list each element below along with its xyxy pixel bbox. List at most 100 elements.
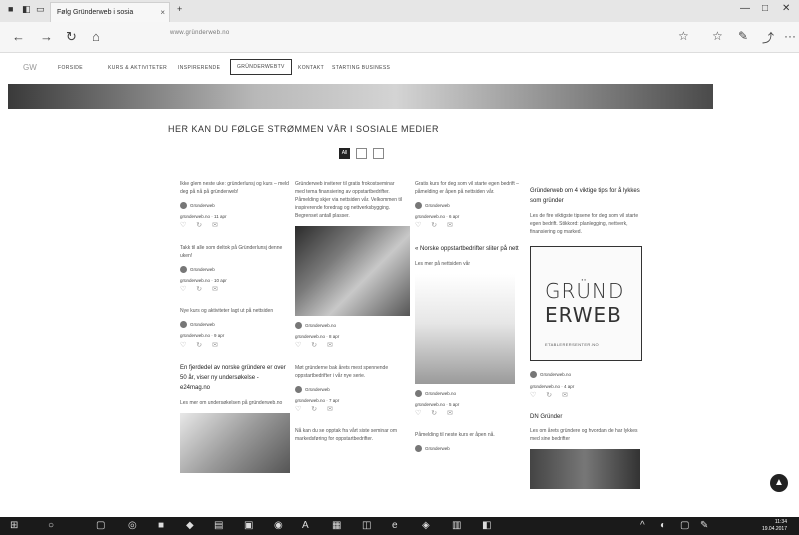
post-actions[interactable]: ♡ ↻ ✉ (180, 340, 290, 351)
tab-close-icon[interactable]: × (160, 3, 165, 22)
favorite-star-icon[interactable]: ☆ (678, 29, 689, 43)
tab-actions-icon[interactable]: ■ (8, 4, 13, 14)
taskbar-app-icon[interactable]: ▦ (332, 520, 341, 531)
post-author[interactable]: Gründerweb (190, 202, 215, 209)
avatar (415, 389, 422, 397)
post-time: gründerweb.no · 4 apr (530, 383, 575, 389)
site-logo[interactable]: GW (23, 63, 37, 72)
post-image[interactable] (295, 226, 410, 316)
taskbar-app-icon[interactable]: ◉ (274, 520, 283, 531)
post-author[interactable]: Gründerweb (190, 321, 215, 328)
home-icon[interactable]: ⌂ (92, 29, 100, 44)
tray-icon[interactable]: ✎ (700, 520, 708, 531)
taskbar-app-icon[interactable]: A (302, 520, 309, 531)
grunderweb-logo-image[interactable]: GRÜND ERWEB ETABLERERSENTER.NO (530, 246, 642, 362)
post-time: gründerweb.no · 11 apr (180, 214, 227, 220)
post-time: gründerweb.no · 9 apr (180, 333, 225, 339)
post-author[interactable]: Gründerweb (305, 386, 330, 393)
post-text: Ikke glem neste uke: gründerlunsj og kur… (180, 181, 289, 195)
pen-icon[interactable]: ✎ (738, 29, 748, 43)
nav-item-inspirerende[interactable]: INSPIRERENDE (178, 65, 220, 71)
feed-column-2: Gründerweb inviterer til gratis frokosts… (295, 180, 410, 449)
taskbar-app-icon[interactable]: ▣ (244, 520, 253, 531)
browser-titlebar: ■ ◧ ▭ Følg Gründerweb i sosia × + — □ ✕ (0, 0, 799, 22)
nav-item-kontakt[interactable]: KONTAKT (298, 65, 324, 71)
post-time: gründerweb.no · 7 apr (295, 397, 340, 403)
taskbar-app-icon[interactable]: ▥ (452, 520, 461, 531)
new-tab-icon[interactable]: ▭ (36, 4, 45, 15)
post-actions[interactable]: ♡ ↻ ✉ (295, 340, 405, 351)
post-author[interactable]: Gründerweb (190, 266, 215, 273)
maximize-icon[interactable]: □ (762, 3, 768, 14)
minimize-icon[interactable]: — (740, 3, 750, 14)
post-text: Påmelding til neste kurs er åpen nå. (415, 432, 495, 439)
post-image[interactable] (415, 273, 515, 384)
post-time: gründerweb.no · 6 apr (415, 214, 460, 220)
avatar (530, 371, 537, 379)
forward-icon[interactable]: → (40, 29, 53, 44)
post-author[interactable]: Gründerweb (425, 202, 450, 209)
nav-item-grunderwebtv[interactable]: GRÜNDERWEBTV (230, 59, 292, 75)
post-author[interactable]: Gründerweb (425, 445, 450, 452)
tray-icon[interactable]: ◐ (660, 520, 666, 531)
scroll-top-button[interactable]: ▲ (770, 474, 788, 492)
clock[interactable]: 11:34 19.04.2017 (762, 519, 787, 533)
post-actions[interactable]: ♡ ↻ ✉ (295, 404, 405, 415)
post-text: Les de fire viktigste tipsene for deg so… (530, 213, 639, 236)
filter-instagram-button[interactable] (373, 148, 384, 159)
post-author[interactable]: Gründerweb.no (425, 390, 456, 397)
post-headline[interactable]: Gründerweb om 4 viktige tips for å lykke… (530, 186, 640, 206)
avatar (180, 321, 187, 329)
post-text: Les om årets gründere og hvordan de har … (530, 427, 638, 442)
post-author[interactable]: Gründerweb.no (305, 322, 336, 329)
url-field[interactable]: www.gründerweb.no (170, 30, 229, 36)
tray-icon[interactable]: ▢ (680, 520, 689, 531)
post-author[interactable]: Gründerweb.no (540, 371, 571, 378)
tabs-aside-icon[interactable]: ◧ (22, 4, 31, 15)
post-actions[interactable]: ♡ ↻ ✉ (180, 220, 290, 231)
filter-all-button[interactable]: All (339, 148, 350, 159)
add-tab-icon[interactable]: + (177, 4, 182, 14)
nav-item-forside[interactable]: FORSIDE (58, 65, 83, 71)
browser-tab[interactable]: Følg Gründerweb i sosia × (50, 2, 170, 22)
tray-icon[interactable]: ^ (640, 520, 645, 531)
nav-item-kurs[interactable]: KURS & AKTIVITETER (108, 65, 167, 71)
post-actions[interactable]: ♡ ↻ ✉ (530, 390, 640, 401)
share-icon[interactable]: ⤴ (762, 29, 774, 46)
start-icon[interactable]: ⊞ (10, 520, 18, 531)
post-headline[interactable]: En fjerdedel av norske gründere er over … (180, 363, 290, 394)
search-icon[interactable]: ○ (48, 520, 54, 531)
back-icon[interactable]: ← (12, 29, 25, 44)
post-actions[interactable]: ♡ ↻ ✉ (415, 408, 525, 419)
post-meta: Gründerweb (295, 385, 405, 393)
taskbar-app-icon[interactable]: ◎ (128, 520, 137, 531)
post-actions[interactable]: ♡ ↻ ✉ (180, 284, 290, 295)
taskbar-app-icon[interactable]: ◧ (482, 520, 491, 531)
post-headline[interactable]: « Norske oppstartbedrifter sliter på net… (415, 244, 525, 254)
post-actions[interactable]: ♡ ↻ ✉ (415, 220, 525, 231)
favorites-list-icon[interactable]: ☆ (712, 29, 723, 43)
avatar (180, 202, 187, 210)
post-image[interactable] (180, 413, 290, 474)
taskbar-app-icon[interactable]: ▤ (214, 520, 223, 531)
post-meta: Gründerweb (180, 202, 290, 210)
filter-facebook-button[interactable] (356, 148, 367, 159)
post-meta: Gründerweb.no (295, 322, 405, 330)
post-text: Takk til alle som deltok på Gründerlunsj… (180, 244, 283, 259)
taskbar-app-icon[interactable]: ◈ (422, 520, 430, 531)
post-image[interactable] (530, 448, 640, 489)
taskbar-app-icon[interactable]: ■ (158, 520, 164, 531)
nav-item-starting-business[interactable]: STARTING BUSINESS (332, 65, 390, 71)
hero-image (8, 84, 713, 109)
refresh-icon[interactable]: ↻ (66, 29, 77, 45)
more-icon[interactable]: ··· (784, 29, 796, 43)
taskbar-app-icon[interactable]: ▢ (96, 520, 105, 531)
post-text: Nå kan du se opptak fra vårt siste semin… (295, 428, 397, 443)
taskbar-app-icon[interactable]: ◫ (362, 520, 371, 531)
avatar (295, 322, 302, 330)
close-window-icon[interactable]: ✕ (782, 3, 790, 14)
post-caption[interactable]: DN Gründer (530, 413, 640, 423)
post-text: Nye kurs og aktiviteter lagt ut på netts… (180, 308, 274, 315)
taskbar-app-icon[interactable]: ◆ (186, 520, 194, 531)
taskbar-app-icon[interactable]: e (392, 520, 398, 531)
